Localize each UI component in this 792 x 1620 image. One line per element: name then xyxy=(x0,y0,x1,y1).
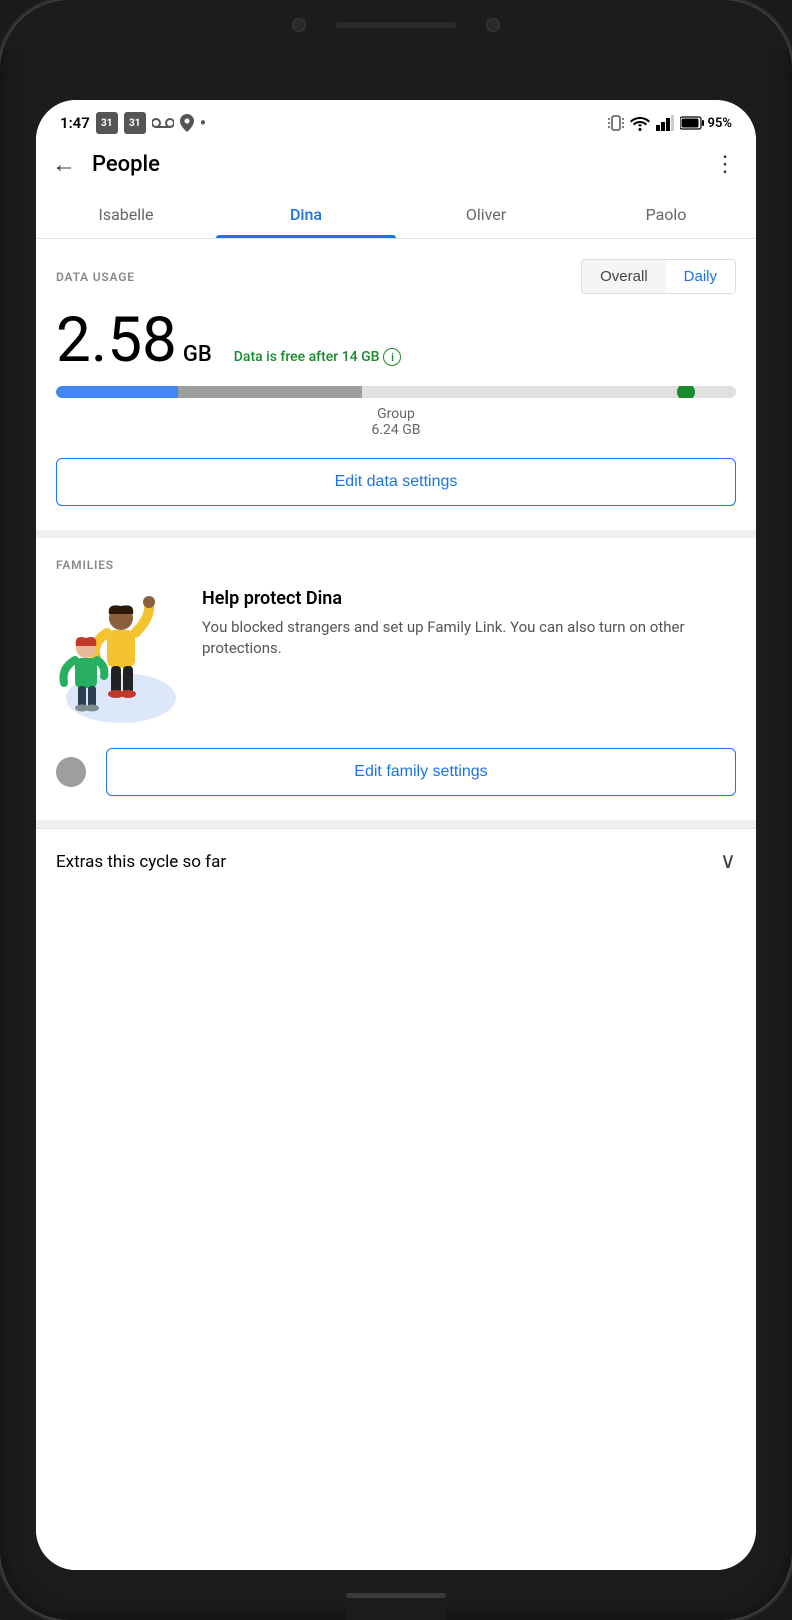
tab-dina[interactable]: Dina xyxy=(216,191,396,238)
families-title: Help protect Dina xyxy=(202,588,736,609)
families-content: Help protect Dina You blocked strangers … xyxy=(56,588,736,728)
back-button[interactable]: ← xyxy=(52,150,76,179)
location-icon xyxy=(180,114,194,132)
family-illustration-svg xyxy=(56,588,186,728)
main-content: DATA USAGE Overall Daily 2.58 GB Data is… xyxy=(36,239,756,1570)
top-bar-left: ← People xyxy=(52,150,160,179)
data-usage-header: DATA USAGE Overall Daily xyxy=(56,259,736,294)
carousel-dot xyxy=(56,757,86,787)
progress-bar-personal xyxy=(56,386,178,398)
tab-paolo[interactable]: Paolo xyxy=(576,191,756,238)
status-bar: 1:47 31 31 • xyxy=(36,100,756,142)
front-camera xyxy=(292,18,306,32)
battery-icon: 95% xyxy=(680,116,732,131)
voicemail-icon xyxy=(152,116,174,130)
speaker xyxy=(336,22,456,28)
time-display: 1:47 xyxy=(60,114,90,132)
phone-frame: 1:47 31 31 • xyxy=(0,0,792,1620)
phone-screen: 1:47 31 31 • xyxy=(36,100,756,1570)
data-unit: GB xyxy=(183,342,212,367)
dot-indicator-status: • xyxy=(200,113,206,134)
data-usage-label: DATA USAGE xyxy=(56,270,135,284)
toggle-overall-button[interactable]: Overall xyxy=(582,260,666,293)
families-actions: Edit family settings xyxy=(56,748,736,796)
tab-isabelle[interactable]: Isabelle xyxy=(36,191,216,238)
section-divider xyxy=(36,530,756,538)
group-label-text: Group xyxy=(56,406,736,422)
extras-section[interactable]: Extras this cycle so far ∨ xyxy=(36,828,756,894)
families-section: FAMILIES xyxy=(36,538,756,820)
chevron-down-icon: ∨ xyxy=(720,849,736,874)
families-description: You blocked strangers and set up Family … xyxy=(202,617,736,659)
battery-percent: 95% xyxy=(708,116,732,131)
status-left: 1:47 31 31 • xyxy=(60,112,206,134)
status-right: 95% xyxy=(608,113,732,133)
section-divider-2 xyxy=(36,820,756,828)
data-usage-section: DATA USAGE Overall Daily 2.58 GB Data is… xyxy=(36,239,756,530)
calendar-icon-1: 31 xyxy=(96,112,118,134)
families-text: Help protect Dina You blocked strangers … xyxy=(202,588,736,659)
group-amount: 6.24 GB xyxy=(56,422,736,438)
page-title: People xyxy=(92,152,160,177)
tab-oliver[interactable]: Oliver xyxy=(396,191,576,238)
sensor xyxy=(486,18,500,32)
progress-bar xyxy=(56,386,736,398)
top-bar: ← People ⋮ xyxy=(36,142,756,191)
calendar-icon-2: 31 xyxy=(124,112,146,134)
wifi-icon xyxy=(630,115,650,131)
home-indicator xyxy=(346,1593,446,1598)
vibrate-icon xyxy=(608,113,624,133)
data-amount-row: 2.58 GB Data is free after 14 GB i xyxy=(56,310,736,372)
families-illustration xyxy=(56,588,186,728)
data-free-note: Data is free after 14 GB i xyxy=(234,348,402,366)
edit-data-settings-button[interactable]: Edit data settings xyxy=(56,458,736,506)
edit-family-settings-button[interactable]: Edit family settings xyxy=(106,748,736,796)
progress-dot-indicator xyxy=(677,386,695,398)
data-number: 2.58 xyxy=(56,310,177,372)
group-label-container: Group 6.24 GB xyxy=(56,406,736,438)
phone-top-bar xyxy=(0,0,792,50)
extras-title: Extras this cycle so far xyxy=(56,852,226,872)
usage-toggle: Overall Daily xyxy=(581,259,736,294)
progress-bar-group xyxy=(178,386,362,398)
info-icon[interactable]: i xyxy=(383,348,401,366)
toggle-daily-button[interactable]: Daily xyxy=(666,260,735,293)
families-label: FAMILIES xyxy=(56,558,736,572)
phone-bottom xyxy=(346,1570,446,1620)
signal-icon xyxy=(656,115,674,131)
more-options-button[interactable]: ⋮ xyxy=(714,152,736,177)
tabs-container: Isabelle Dina Oliver Paolo xyxy=(36,191,756,239)
